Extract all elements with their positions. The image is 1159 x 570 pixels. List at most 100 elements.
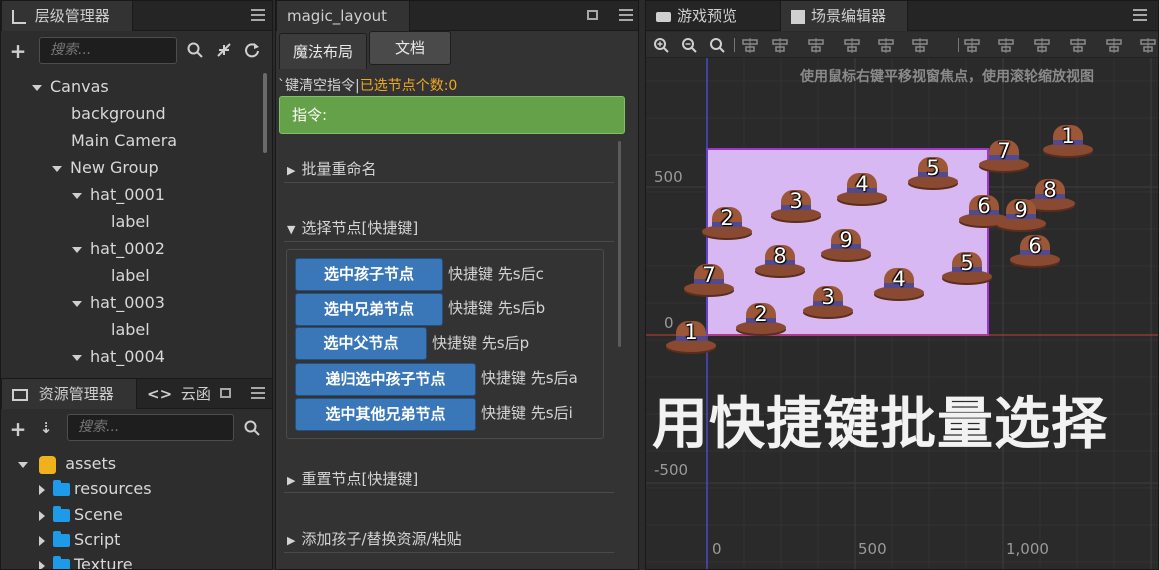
menu-icon[interactable] bbox=[619, 9, 633, 21]
hat-node[interactable]: 8 bbox=[755, 243, 805, 277]
tab-hierarchy[interactable]: 层级管理器 bbox=[1, 1, 133, 31]
hat-number-label: 1 bbox=[1061, 124, 1075, 148]
hat-number-label: 3 bbox=[821, 285, 835, 309]
tree-item-label[interactable]: label bbox=[111, 262, 150, 289]
section-reset[interactable]: ▶ 重置节点[快捷键] bbox=[287, 468, 418, 489]
hat-node[interactable]: 9 bbox=[821, 227, 871, 261]
expand-arrow-icon[interactable] bbox=[72, 192, 82, 199]
shortcut-hint: 快捷键 先s后b bbox=[448, 299, 546, 317]
hat-node[interactable]: 2 bbox=[736, 301, 786, 335]
menu-icon[interactable] bbox=[251, 9, 265, 21]
add-icon[interactable]: + bbox=[9, 39, 27, 63]
hat-number-label: 1 bbox=[684, 320, 698, 344]
hat-number-label: 2 bbox=[754, 302, 768, 326]
magic-layout-panel: magic_layout 魔法布局 文档 `键清空指令|已选节点个数:0 指令:… bbox=[275, 0, 639, 570]
hat-number-label: 6 bbox=[1028, 234, 1042, 258]
command-bar[interactable]: 指令: bbox=[279, 96, 625, 134]
hat-number-label: 3 bbox=[789, 189, 803, 213]
selected-count: 已选节点个数:0 bbox=[359, 78, 458, 94]
add-icon[interactable]: + bbox=[9, 417, 27, 441]
tree-item-hat-0004[interactable]: hat_0004 bbox=[72, 343, 165, 370]
section-add[interactable]: ▶ 添加孩子/替换资源/粘贴 bbox=[287, 528, 462, 549]
hat-node[interactable]: 7 bbox=[979, 138, 1029, 172]
tree-item-hat-0002[interactable]: hat_0002 bbox=[72, 235, 165, 262]
refresh-icon[interactable] bbox=[244, 42, 260, 58]
expand-arrow-icon[interactable] bbox=[39, 510, 45, 521]
expand-arrow-icon[interactable] bbox=[39, 560, 45, 569]
collapsed-arrow-icon: ▶ bbox=[287, 164, 296, 177]
expand-arrow-icon[interactable] bbox=[72, 300, 82, 307]
section-rename[interactable]: ▶ 批量重命名 bbox=[287, 158, 376, 179]
tree-item-label[interactable]: label bbox=[111, 316, 150, 343]
hat-node[interactable]: 7 bbox=[684, 262, 734, 296]
popout-icon[interactable] bbox=[587, 10, 598, 20]
tab-magic-layout[interactable]: magic_layout bbox=[276, 1, 410, 31]
db-icon bbox=[39, 455, 57, 474]
tab-cloud[interactable]: <> 云函 bbox=[137, 379, 221, 409]
tree-item-label[interactable]: label bbox=[111, 208, 150, 235]
hat-node[interactable]: 1 bbox=[1043, 123, 1093, 157]
section-select[interactable]: ▼ 选择节点[快捷键] bbox=[287, 217, 418, 238]
hat-node[interactable]: 5 bbox=[908, 155, 958, 189]
hat-layer: 123456789234567891 bbox=[646, 1, 1158, 569]
hat-number-label: 4 bbox=[855, 172, 869, 196]
expand-arrow-icon[interactable] bbox=[39, 484, 45, 495]
command-label: 指令: bbox=[292, 106, 328, 124]
hierarchy-scrollbar[interactable] bbox=[263, 73, 267, 153]
expand-arrow-icon[interactable] bbox=[32, 84, 42, 91]
popout-icon[interactable] bbox=[220, 388, 231, 398]
hat-node[interactable]: 3 bbox=[771, 188, 821, 222]
search-icon[interactable] bbox=[187, 42, 203, 58]
hat-node[interactable]: 5 bbox=[942, 250, 992, 284]
tree-item-resources[interactable]: resources bbox=[39, 475, 152, 502]
expand-arrow-icon[interactable] bbox=[72, 246, 82, 253]
hat-node[interactable]: 4 bbox=[837, 171, 887, 205]
select-other-siblings-button[interactable]: 选中其他兄弟节点 bbox=[295, 398, 476, 431]
clear-hint: `键清空指令| bbox=[278, 78, 360, 94]
menu-icon[interactable] bbox=[251, 387, 265, 399]
collapsed-arrow-icon: ▶ bbox=[287, 474, 296, 487]
select-parent-button[interactable]: 选中父节点 bbox=[295, 327, 427, 360]
hat-node[interactable]: 1 bbox=[666, 319, 716, 353]
sort-icon[interactable]: ⇣ bbox=[37, 419, 55, 437]
hierarchy-panel: 层级管理器 + 搜索... Canvas background Main Cam… bbox=[0, 0, 273, 380]
search-icon[interactable] bbox=[244, 420, 260, 436]
select-children-recursive-button[interactable]: 递归选中孩子节点 bbox=[295, 363, 476, 396]
tree-item-new-group[interactable]: New Group bbox=[52, 154, 159, 181]
tab-magic[interactable]: 魔法布局 bbox=[279, 33, 367, 69]
tree-item-assets[interactable]: assets bbox=[18, 450, 116, 477]
tree-item-background[interactable]: background bbox=[71, 100, 166, 127]
hat-node[interactable]: 6 bbox=[1010, 233, 1060, 267]
hierarchy-title: 层级管理器 bbox=[34, 7, 110, 25]
hat-node[interactable]: 9 bbox=[996, 197, 1046, 231]
hierarchy-search-input[interactable]: 搜索... bbox=[39, 37, 177, 64]
assets-panel: 资源管理器 <> 云函 + ⇣ 搜索... assets resources S… bbox=[0, 378, 273, 570]
tab-assets[interactable]: 资源管理器 bbox=[1, 379, 137, 409]
hat-node[interactable]: 4 bbox=[874, 266, 924, 300]
expand-arrow-icon[interactable] bbox=[39, 535, 45, 546]
hat-number-label: 7 bbox=[702, 263, 716, 287]
tree-item-scene[interactable]: Scene bbox=[39, 501, 123, 528]
expand-arrow-icon[interactable] bbox=[52, 165, 62, 172]
tree-item-script[interactable]: Script bbox=[39, 526, 120, 553]
cloud-code-icon: <> bbox=[147, 385, 173, 403]
tab-docs[interactable]: 文档 bbox=[369, 31, 451, 65]
expand-arrow-icon[interactable] bbox=[72, 354, 82, 361]
select-siblings-button[interactable]: 选中兄弟节点 bbox=[295, 293, 443, 326]
hat-number-label: 5 bbox=[960, 251, 974, 275]
tree-item-main-camera[interactable]: Main Camera bbox=[71, 127, 177, 154]
expand-arrow-icon[interactable] bbox=[18, 461, 28, 468]
select-children-button[interactable]: 选中孩子节点 bbox=[295, 258, 443, 291]
magic-scrollbar[interactable] bbox=[618, 141, 621, 347]
assets-search-input[interactable]: 搜索... bbox=[67, 414, 234, 441]
hat-number-label: 8 bbox=[773, 244, 787, 268]
divider bbox=[284, 241, 614, 242]
hat-number-label: 9 bbox=[1014, 198, 1028, 222]
hat-node[interactable]: 3 bbox=[803, 284, 853, 318]
hat-node[interactable]: 2 bbox=[702, 205, 752, 239]
tree-item-canvas[interactable]: Canvas bbox=[32, 73, 109, 100]
tree-item-hat-0003[interactable]: hat_0003 bbox=[72, 289, 165, 316]
tree-item-texture[interactable]: Texture bbox=[39, 551, 133, 569]
collapse-icon[interactable] bbox=[216, 42, 232, 58]
tree-item-hat-0001[interactable]: hat_0001 bbox=[72, 181, 165, 208]
